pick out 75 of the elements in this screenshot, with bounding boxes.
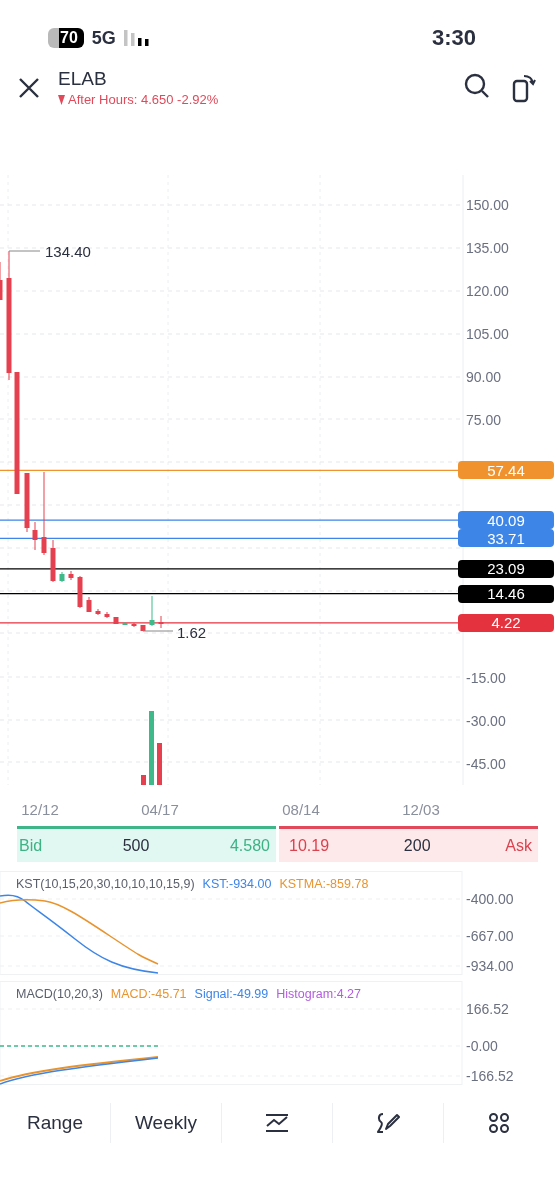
network-type: 5G <box>91 27 116 49</box>
indicator-icon <box>265 1112 289 1133</box>
axis-label: -45.00 <box>466 756 506 772</box>
indicator-name: MACD(10,20,3) <box>16 987 103 1001</box>
close-icon[interactable] <box>18 76 40 99</box>
axis-label: 166.52 <box>466 1001 509 1017</box>
axis-label: -0.00 <box>466 1038 498 1054</box>
candlestick <box>158 615 164 629</box>
grid-icon <box>488 1111 510 1134</box>
down-triangle-icon <box>58 94 65 105</box>
axis-label: -166.52 <box>466 1068 514 1084</box>
candlestick <box>50 539 56 583</box>
axis-label: 75.00 <box>466 412 502 428</box>
indicator-value: KSTMA:-859.78 <box>279 877 369 891</box>
price-label: 23.09 <box>458 559 554 578</box>
candlestick <box>140 624 146 632</box>
candlestick <box>131 622 137 628</box>
candlestick <box>104 611 110 619</box>
candlestick <box>24 472 30 533</box>
candlestick <box>59 571 65 583</box>
volume-bar <box>141 775 146 785</box>
axis-label: 120.00 <box>466 283 509 299</box>
clock: 3:30 <box>431 24 477 51</box>
bid-price: 4.580 <box>229 836 270 855</box>
low-price-label: 1.62 <box>177 623 207 641</box>
price-label: 40.09 <box>458 511 554 530</box>
indicator-name: KST(10,15,20,30,10,10,10,15,9) <box>16 877 195 891</box>
bid-size: 500 <box>122 836 150 855</box>
ask-label: Ask <box>505 836 532 855</box>
leader-line <box>8 250 41 252</box>
volume-bar <box>157 743 162 785</box>
leader-line <box>142 630 174 632</box>
axis-label: -934.00 <box>466 958 514 974</box>
candlestick <box>0 261 3 301</box>
battery-indicator: 70 <box>48 28 84 48</box>
candlestick <box>95 608 101 616</box>
price-label: 33.71 <box>458 529 554 548</box>
ask-size: 200 <box>403 836 431 855</box>
axis-label: 105.00 <box>466 326 509 342</box>
indicator-value: MACD:-45.71 <box>110 987 187 1001</box>
ticker-symbol: ELAB <box>58 68 108 90</box>
bid-label: Bid <box>19 836 43 855</box>
date-label: 12/03 <box>402 801 440 818</box>
candlestick <box>68 570 74 581</box>
axis-label: 150.00 <box>466 197 509 213</box>
price-label: 14.46 <box>458 584 554 603</box>
date-label: 04/17 <box>141 801 179 818</box>
candlestick <box>122 621 128 626</box>
toolbar-button[interactable]: Range <box>0 1102 111 1143</box>
candlestick <box>77 575 83 609</box>
price-label: 57.44 <box>458 461 554 480</box>
indicator-value: Signal:-49.99 <box>194 987 269 1001</box>
indicator-value: KST:-934.00 <box>202 877 272 891</box>
signal-icon <box>123 30 152 46</box>
toolbar-button[interactable]: Weekly <box>111 1102 222 1143</box>
axis-label: 135.00 <box>466 240 509 256</box>
ask-price: 10.19 <box>289 836 330 855</box>
candlestick <box>86 596 92 613</box>
axis-label: -667.00 <box>466 928 514 944</box>
candlestick <box>149 595 155 627</box>
indicator-value: Histogram:4.27 <box>276 987 361 1001</box>
axis-label: 90.00 <box>466 369 502 385</box>
rotate-icon[interactable] <box>512 72 536 103</box>
axis-label: -400.00 <box>466 891 514 907</box>
date-label: 08/14 <box>282 801 320 818</box>
candlestick <box>113 616 119 625</box>
after-hours-quote: After Hours: 4.650 -2.92% <box>68 92 219 107</box>
date-label: 12/12 <box>21 801 59 818</box>
pencil-icon <box>376 1111 400 1134</box>
candlestick <box>32 521 38 551</box>
axis-label: -15.00 <box>466 670 506 686</box>
price-label: 4.22 <box>458 613 554 632</box>
search-icon[interactable] <box>464 72 490 99</box>
high-price-label: 134.40 <box>45 242 91 260</box>
axis-label: -30.00 <box>466 713 506 729</box>
